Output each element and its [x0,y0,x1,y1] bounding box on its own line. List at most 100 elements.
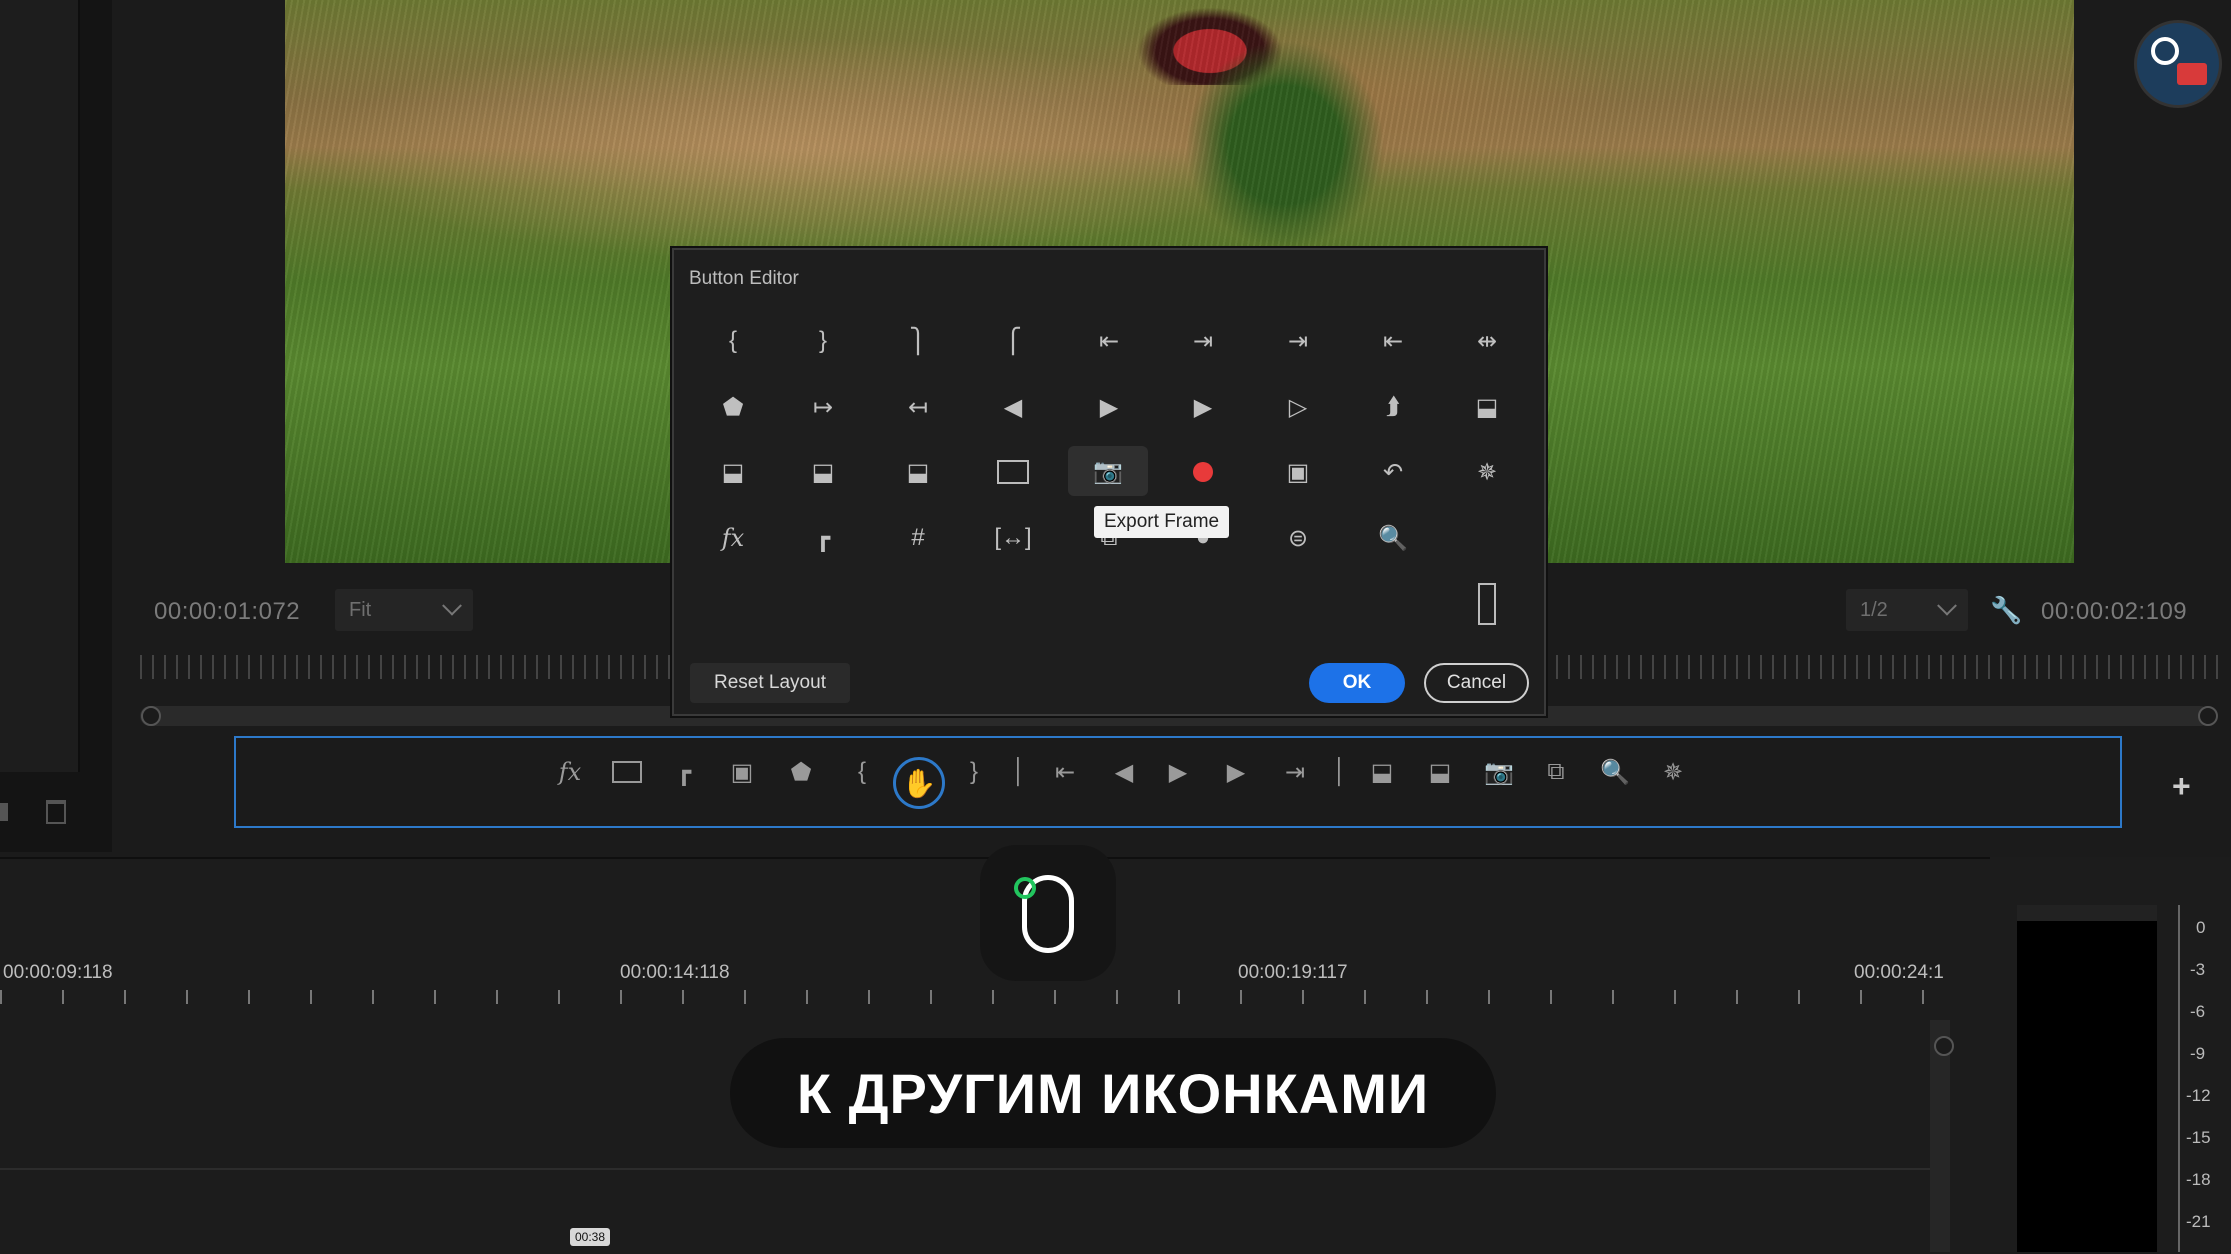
scrollbar-right-handle[interactable] [2198,706,2218,726]
chevron-down-icon [1937,595,1957,616]
play-around-icon[interactable]: ▷ [1278,387,1318,427]
multi-camera-icon[interactable]: ▣ [1278,452,1318,492]
wrench-icon[interactable]: 🔧 [1990,596,2022,624]
video-caption: К ДРУГИМ ИКОНКАМИ [730,1038,1496,1148]
list-view-icon[interactable] [0,803,8,821]
vertical-scroll-handle[interactable] [1934,1036,1954,1056]
play-icon[interactable]: ▶ [1183,387,1223,427]
step-back-icon[interactable]: ◀ [993,387,1033,427]
go-to-in-icon[interactable]: ⇤ [1049,756,1081,788]
timeline-ruler[interactable] [0,990,1940,1004]
timeline-time-label: 00:00:14:118 [620,962,730,983]
safe-margins-icon[interactable] [611,756,643,788]
proxy-toggle-icon[interactable]: 🔍 [1373,518,1413,558]
play-icon[interactable]: ▶ [1162,756,1194,788]
meter-label: -12 [2186,1086,2211,1105]
mark-in-icon[interactable]: { [713,321,753,361]
show-audio-icon[interactable]: ⊜ [1278,518,1318,558]
go-to-out-icon[interactable]: ⇥ [1279,756,1311,788]
record-dot [1193,462,1213,482]
overwrite-icon[interactable]: ⬓ [803,452,843,492]
meter-label: -6 [2190,1002,2206,1021]
scrollbar-left-handle[interactable] [141,706,161,726]
meter-label: -3 [2190,960,2206,979]
channel-logo-icon [2134,20,2222,108]
vr-video-icon[interactable]: ✵ [1657,756,1689,788]
ruler-icon[interactable]: ┏ [803,518,843,558]
tooltip-export-frame: Export Frame [1094,506,1230,538]
go-to-out-icon[interactable]: ⇥ [1183,321,1223,361]
comparison-view-icon[interactable]: ⧉ [1540,756,1572,788]
quality-select[interactable]: 1/2 [1846,589,1968,631]
cancel-button[interactable]: Cancel [1424,663,1529,703]
meter-label: -15 [2186,1128,2211,1147]
overwrite-icon[interactable]: ⬓ [1424,756,1456,788]
mark-out-icon[interactable]: } [958,756,990,788]
mark-out-icon[interactable]: } [803,321,843,361]
add-marker-icon[interactable]: ⬟ [785,756,817,788]
timecode-current[interactable]: 00:00:01:072 [154,598,300,626]
meter-scale-line [2178,905,2180,1252]
clapper-icon [2177,63,2207,85]
camera-icon[interactable]: 📷 [1483,756,1515,788]
grid-icon[interactable]: # [898,518,938,558]
zoom-select[interactable]: Fit [335,589,473,631]
spacer-icon[interactable]: │ [1324,756,1356,788]
ok-button[interactable]: OK [1309,663,1405,703]
trash-icon[interactable] [46,800,66,824]
step-back-icon[interactable]: ◀ [1108,756,1140,788]
multi-camera-icon[interactable]: ▣ [726,756,758,788]
timeline-time-label: 00:00:09:118 [3,962,113,983]
project-panel-inner [0,0,80,772]
timeline-time-label: 00:00:24:1 [1854,962,1944,983]
dialog-title: Button Editor [689,268,799,289]
replace-icon[interactable]: ⬓ [898,452,938,492]
fx-icon[interactable]: fx [554,756,586,788]
chevron-down-icon [442,595,462,616]
add-marker-icon[interactable]: ⬟ [713,387,753,427]
add-button-icon[interactable]: + [2172,768,2191,805]
audio-meter [2017,905,2157,1252]
go-to-previous-edit-icon[interactable]: ⇤ [1373,321,1413,361]
reset-layout-button[interactable]: Reset Layout [690,663,850,703]
meter-label: -18 [2186,1170,2211,1189]
mark-clip-icon[interactable]: ⎫ [898,321,938,361]
undo-icon[interactable]: ↶ [1373,452,1413,492]
meter-label: -21 [2186,1212,2211,1231]
record-icon[interactable] [1183,452,1223,492]
fx-icon[interactable]: fx [713,518,753,558]
go-to-next-marker-icon[interactable]: ↦ [803,387,843,427]
timecode-duration: 00:00:02:109 [2041,598,2188,625]
proxy-toggle-icon[interactable]: 🔍 [1599,756,1631,788]
meter-label: 0 [2196,918,2206,937]
zoom-select-value: Fit [349,598,372,621]
play-in-to-out-icon[interactable]: ⇹ [1467,321,1507,361]
insert-icon[interactable]: ⬓ [713,452,753,492]
spacer-icon[interactable]: │ [1003,756,1035,788]
extract-icon[interactable]: ⬓ [1467,387,1507,427]
mouse-click-indicator [980,845,1116,981]
track-divider [0,1168,1940,1170]
step-forward-icon[interactable]: ▶ [1220,756,1252,788]
step-forward-icon[interactable]: ▶ [1089,387,1129,427]
safe-margins-icon[interactable] [993,452,1033,492]
left-click-dot [1014,877,1036,899]
meter-label: -9 [2190,1044,2206,1063]
mark-in-icon[interactable]: { [846,756,878,788]
hand-cursor-icon: ✋ [893,757,945,809]
clip-duration-tag: 00:38 [570,1228,611,1246]
go-to-previous-marker-icon[interactable]: ↤ [898,387,938,427]
film-reel-icon [2151,37,2179,65]
insert-icon[interactable]: ⬓ [1366,756,1398,788]
trim-icon[interactable]: [↔] [993,518,1033,558]
spacer-icon[interactable] [1467,583,1507,625]
go-to-next-edit-icon[interactable]: ⇥ [1278,321,1318,361]
motorbike-figure [1125,0,1295,85]
mark-selection-icon[interactable]: ⎧ [993,321,1033,361]
lift-icon[interactable]: ⮭ [1373,387,1413,427]
go-to-in-icon[interactable]: ⇤ [1089,321,1129,361]
ruler-icon[interactable]: ┏ [668,756,700,788]
timeline-time-label: 00:00:19:117 [1238,962,1348,983]
camera-icon[interactable]: 📷 [1068,446,1148,496]
vr-video-icon[interactable]: ✵ [1467,452,1507,492]
